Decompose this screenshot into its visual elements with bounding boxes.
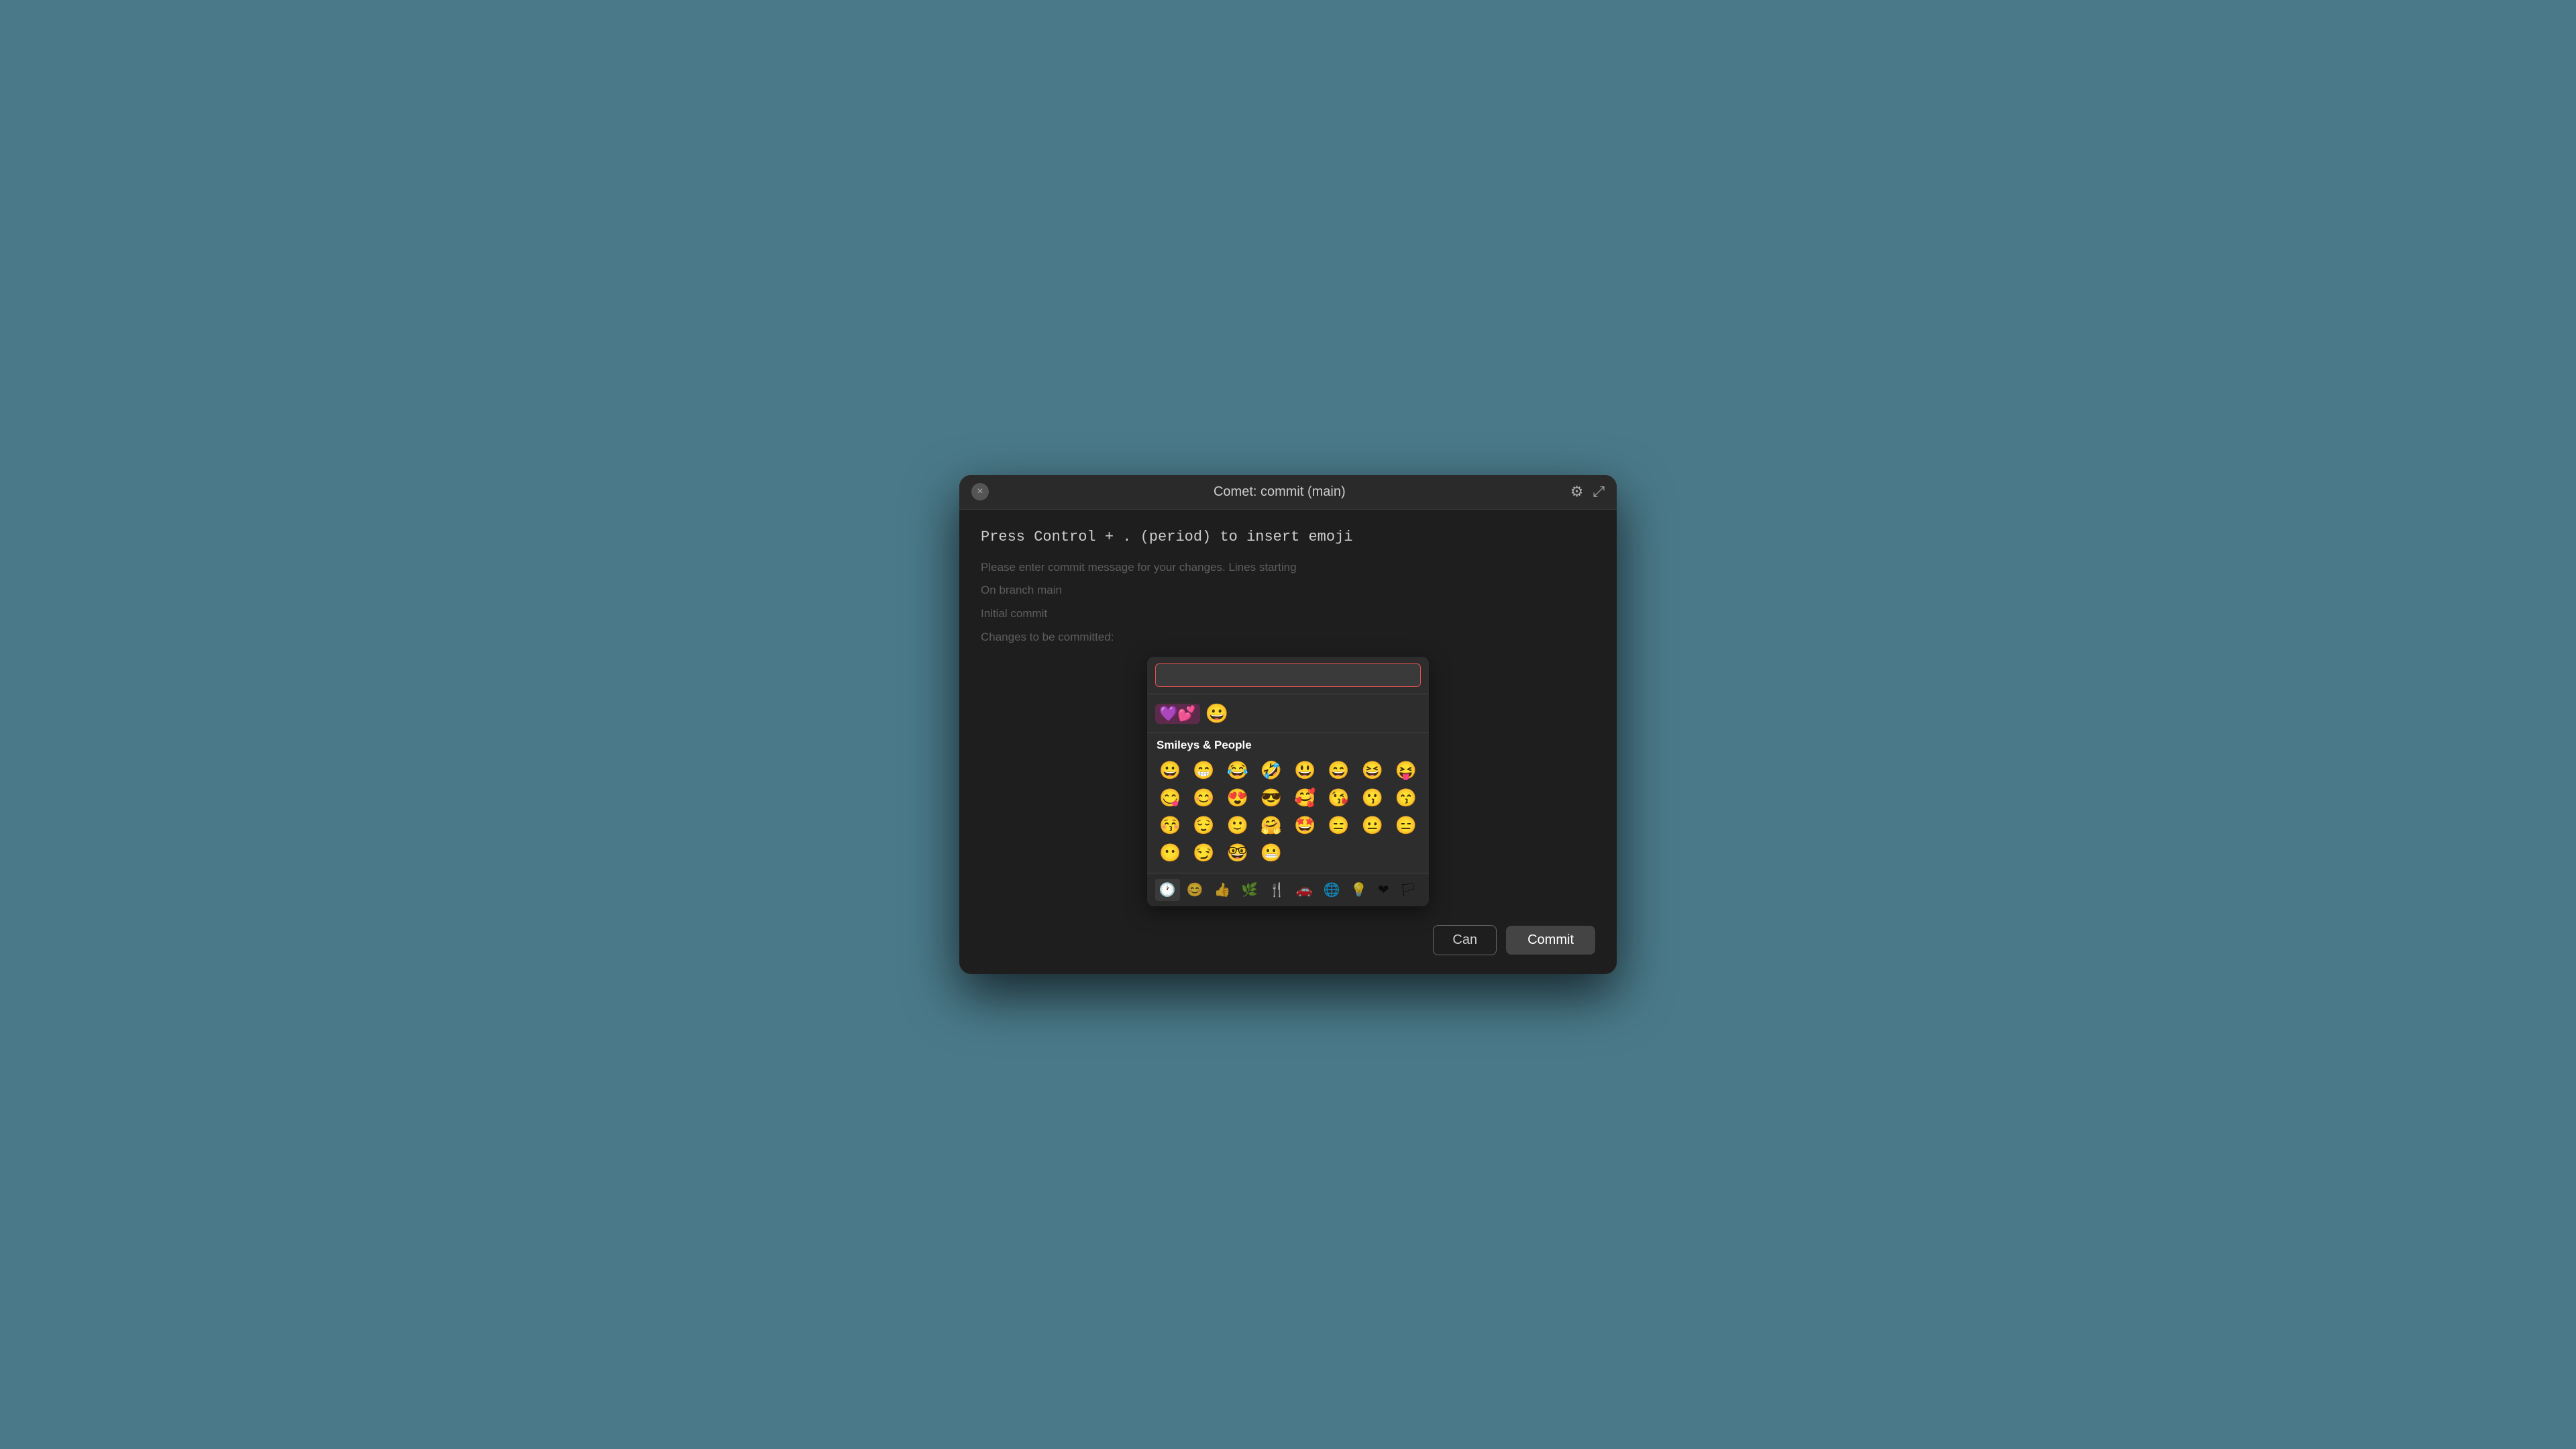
emoji-cell[interactable]: 😐 <box>1356 812 1389 839</box>
settings-icon[interactable]: ⚙ <box>1570 483 1584 500</box>
emoji-cell[interactable]: 🤩 <box>1289 812 1321 839</box>
emoji-cell[interactable]: 😊 <box>1187 785 1220 811</box>
expand-icon[interactable]: ⤢ <box>1593 483 1605 500</box>
emoji-picker: 💜💕 😀 Smileys & People 😀 😁 😂 🤣 😃 😄 😆 😝 😋 … <box>981 657 1595 906</box>
emoji-cell[interactable]: 🤓 <box>1222 840 1254 866</box>
emoji-smiley-recent[interactable]: 😀 <box>1204 700 1230 727</box>
bg-line4: Initial commit <box>981 604 1595 625</box>
emoji-search-input[interactable] <box>1155 663 1421 687</box>
action-bar: Can Commit <box>981 918 1595 955</box>
emoji-cell[interactable]: 😀 <box>1154 757 1186 784</box>
emoji-cell[interactable]: 😎 <box>1255 785 1287 811</box>
bg-line5: Changes to be committed: <box>981 627 1595 648</box>
emoji-cell[interactable]: 😄 <box>1322 757 1354 784</box>
cancel-button[interactable]: Can <box>1433 925 1497 955</box>
emoji-cell[interactable]: 😙 <box>1390 785 1422 811</box>
emoji-cat-smileys[interactable]: 😊 <box>1183 879 1208 901</box>
hint-text: Press Control + . (period) to insert emo… <box>981 529 1595 545</box>
emoji-cell[interactable]: 😑 <box>1390 812 1422 839</box>
close-button[interactable]: × <box>971 483 989 500</box>
emoji-cat-flags[interactable]: 🏳 <box>1396 879 1421 901</box>
emoji-cat-activities[interactable]: 🌐 <box>1320 879 1344 901</box>
emoji-cell[interactable]: 🙂 <box>1222 812 1254 839</box>
emoji-section-label: Smileys & People <box>1147 733 1429 755</box>
emoji-cell[interactable]: 🥰 <box>1289 785 1321 811</box>
emoji-cell[interactable]: 😗 <box>1356 785 1389 811</box>
emoji-picker-panel: 💜💕 😀 Smileys & People 😀 😁 😂 🤣 😃 😄 😆 😝 😋 … <box>1147 657 1429 906</box>
emoji-cell[interactable]: 😬 <box>1255 840 1287 866</box>
emoji-cell[interactable]: 😏 <box>1187 840 1220 866</box>
app-window: × Comet: commit (main) ⚙ ⤢ Press Control… <box>959 475 1617 974</box>
emoji-cat-symbols[interactable]: ❤ <box>1374 879 1393 901</box>
commit-button[interactable]: Commit <box>1506 926 1595 955</box>
emoji-cell[interactable]: 😆 <box>1356 757 1389 784</box>
emoji-category-bar: 🕐 😊 👍 🌿 🍴 🚗 🌐 💡 ❤ 🏳 <box>1147 873 1429 906</box>
emoji-cell[interactable]: 😍 <box>1222 785 1254 811</box>
emoji-cell[interactable]: 😝 <box>1390 757 1422 784</box>
emoji-cell[interactable]: 😂 <box>1222 757 1254 784</box>
close-icon: × <box>977 486 983 498</box>
window-title: Comet: commit (main) <box>1214 484 1346 500</box>
emoji-cell[interactable]: 😌 <box>1187 812 1220 839</box>
emoji-cell[interactable]: 😘 <box>1322 785 1354 811</box>
emoji-search-bar <box>1147 657 1429 694</box>
titlebar-actions: ⚙ ⤢ <box>1570 483 1605 500</box>
emoji-cat-nature[interactable]: 🌿 <box>1237 879 1262 901</box>
emoji-cat-people[interactable]: 👍 <box>1210 879 1234 901</box>
fav-emoji-group[interactable]: 💜💕 <box>1155 704 1200 724</box>
titlebar: × Comet: commit (main) ⚙ ⤢ <box>959 475 1617 510</box>
bg-line1: Please enter commit message for your cha… <box>981 557 1595 578</box>
background-commit-info: Please enter commit message for your cha… <box>981 557 1595 657</box>
emoji-cell[interactable]: 😁 <box>1187 757 1220 784</box>
emoji-cat-recent[interactable]: 🕐 <box>1155 879 1180 901</box>
emoji-cell[interactable]: 😃 <box>1289 757 1321 784</box>
emoji-cell[interactable]: 🤗 <box>1255 812 1287 839</box>
emoji-cat-food[interactable]: 🍴 <box>1265 879 1289 901</box>
emoji-recent-row: 💜💕 😀 <box>1147 694 1429 733</box>
main-content: Press Control + . (period) to insert emo… <box>959 510 1617 974</box>
emoji-smileys-grid: 😀 😁 😂 🤣 😃 😄 😆 😝 😋 😊 😍 😎 🥰 😘 😗 😙 <box>1147 755 1429 873</box>
bg-line3: On branch main <box>981 580 1595 601</box>
emoji-cat-objects[interactable]: 💡 <box>1346 879 1371 901</box>
emoji-cell[interactable]: 😑 <box>1322 812 1354 839</box>
emoji-cell[interactable]: 🤣 <box>1255 757 1287 784</box>
emoji-cell[interactable]: 😶 <box>1154 840 1186 866</box>
emoji-cell[interactable]: 😚 <box>1154 812 1186 839</box>
emoji-cat-travel[interactable]: 🚗 <box>1292 879 1317 901</box>
emoji-cell[interactable]: 😋 <box>1154 785 1186 811</box>
